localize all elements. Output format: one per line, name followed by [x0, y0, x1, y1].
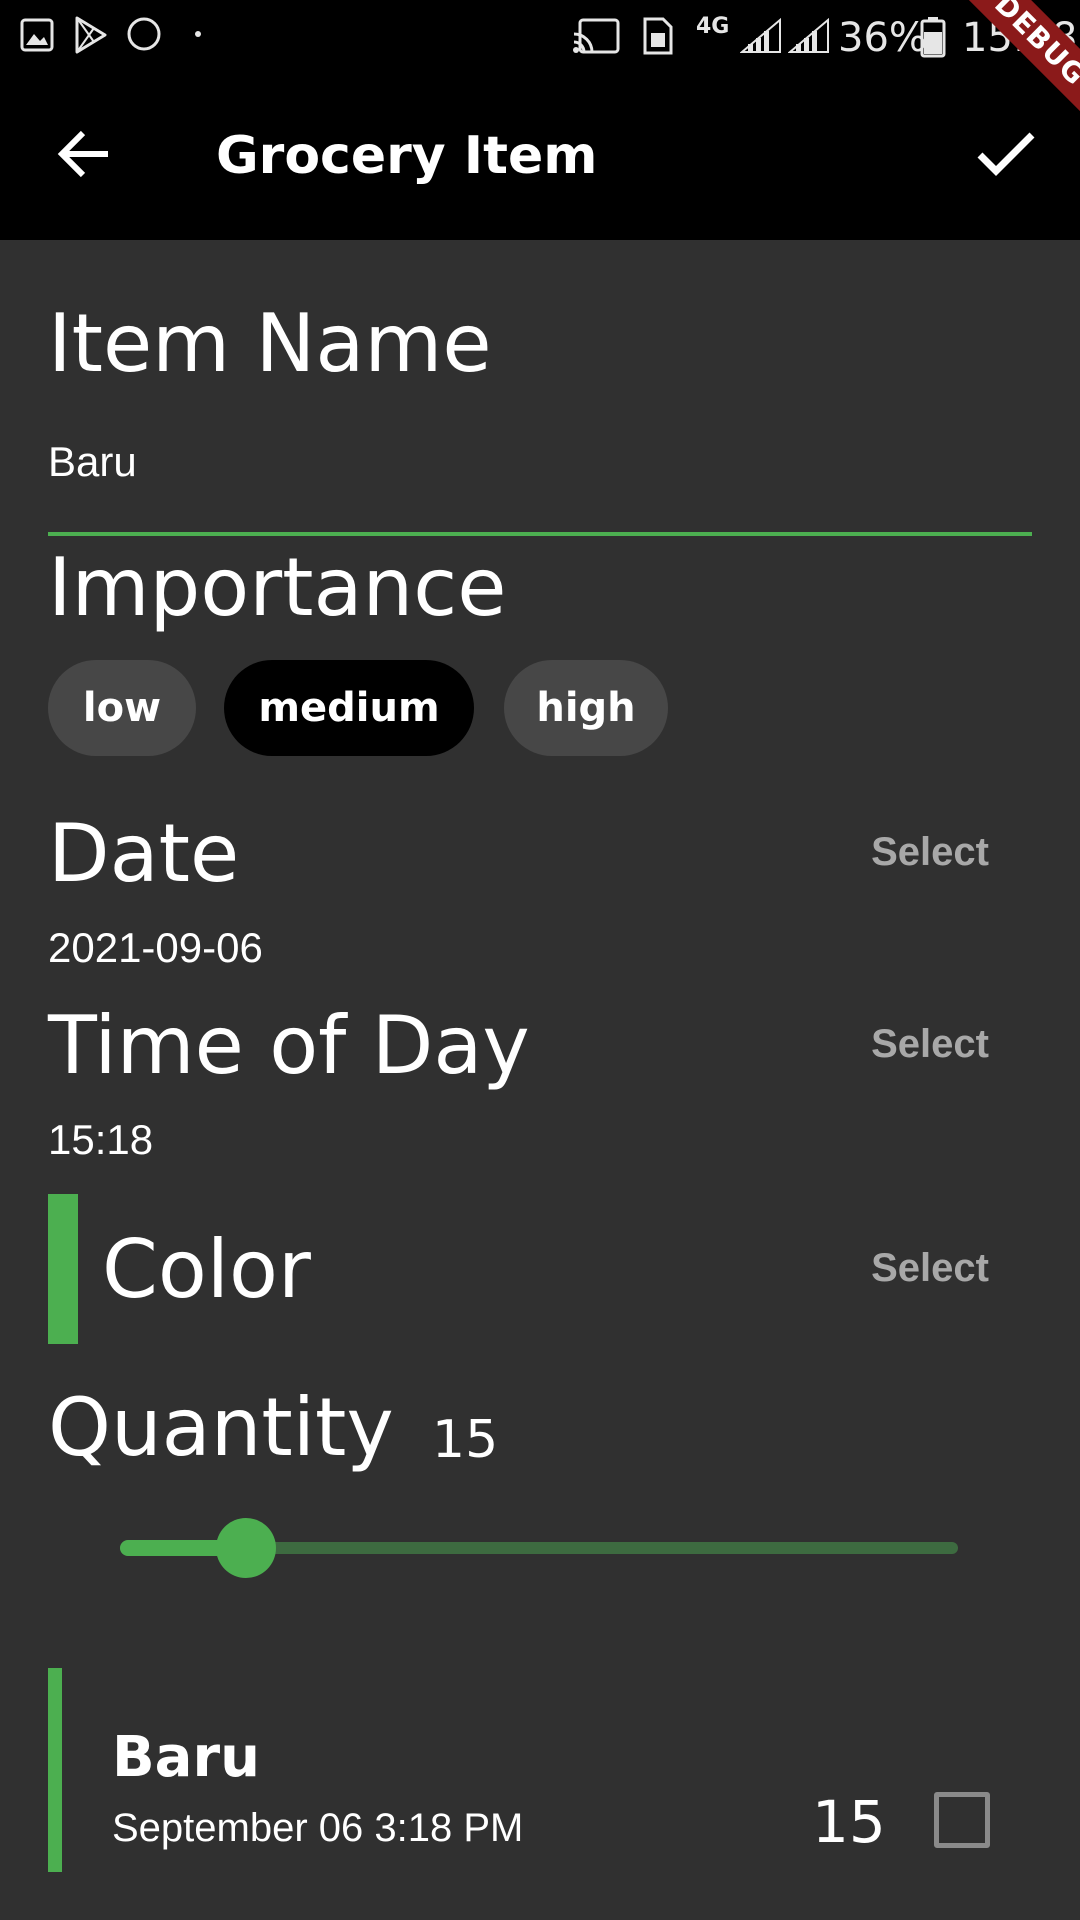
color-swatch [48, 1194, 78, 1344]
gallery-icon [20, 18, 54, 52]
play-store-icon [75, 16, 107, 54]
page-title: Grocery Item [216, 126, 598, 186]
arrow-back-icon [57, 130, 108, 178]
back-button[interactable] [44, 114, 124, 194]
time-value: 15:18 [48, 1116, 154, 1163]
sim-icon [643, 17, 673, 55]
date-value: 2021-09-06 [48, 924, 263, 971]
quantity-value: 15 [432, 1410, 499, 1470]
time-select-button[interactable]: Select [860, 1016, 1000, 1072]
importance-label: Importance [48, 541, 507, 634]
battery-icon [920, 17, 946, 58]
preview-item-quantity: 15 [812, 1788, 886, 1856]
cast-icon [573, 18, 620, 54]
importance-chip-medium[interactable]: medium [224, 660, 474, 756]
quantity-label: Quantity [48, 1381, 394, 1474]
preview-color-bar [48, 1668, 62, 1872]
item-name-input[interactable]: Baru [48, 436, 1032, 488]
check-icon [977, 132, 1035, 176]
preview-item-name: Baru [112, 1725, 260, 1790]
color-select-button[interactable]: Select [860, 1240, 1000, 1296]
save-button[interactable] [966, 114, 1046, 194]
importance-chip-high[interactable]: high [504, 660, 668, 756]
preview-checkbox[interactable] [934, 1792, 990, 1848]
preview-item-date: September 06 3:18 PM [112, 1806, 524, 1850]
grocery-item-screen: 4G 36% 15:18 DEBUG Grocery [0, 0, 1080, 1920]
slider-thumb[interactable] [215, 1518, 276, 1578]
quantity-slider[interactable] [116, 1518, 962, 1578]
app-bar: Grocery Item [0, 76, 1080, 240]
circle-icon [127, 17, 161, 51]
date-select-button[interactable]: Select [860, 824, 1000, 880]
item-name-underline [48, 532, 1032, 536]
battery-percent: 36% [838, 15, 927, 61]
dot-icon [195, 31, 201, 37]
importance-chip-low[interactable]: low [48, 660, 196, 756]
date-label: Date [48, 807, 240, 900]
signal-icon [740, 18, 781, 53]
network-4g-icon: 4G [696, 14, 730, 39]
time-of-day-label: Time of Day [48, 999, 530, 1092]
signal-icon [788, 18, 829, 53]
item-name-label: Item Name [48, 297, 492, 390]
color-label: Color [102, 1223, 311, 1316]
status-bar: 4G 36% 15:18 [0, 0, 1080, 76]
